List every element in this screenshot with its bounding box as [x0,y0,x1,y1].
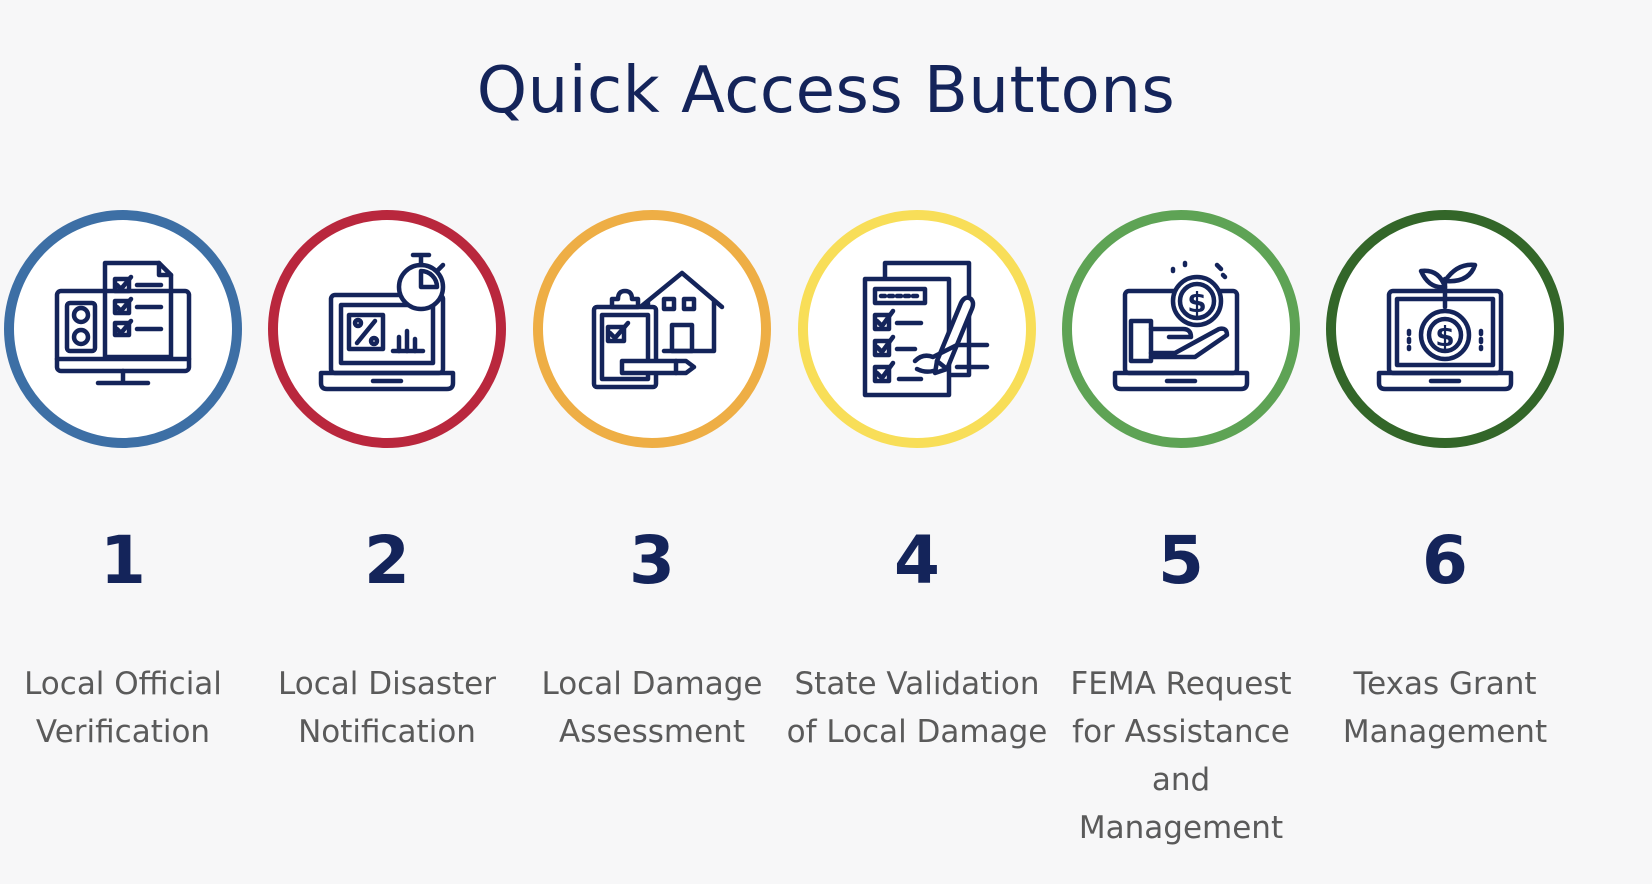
monitor-checklist-icon [54,260,192,386]
document-signing-icon [862,260,990,398]
step-number: 1 [100,522,146,599]
quick-access-button-local-disaster-notification[interactable]: 2 Local Disaster Notification [252,210,522,850]
step-icon-ring [268,210,506,448]
quick-access-buttons: 1 Local Official Verification 2 Local Di… [0,0,1652,884]
laptop-coin-plant-icon: $ [1376,262,1514,392]
step-icon-ring: $ [1326,210,1564,448]
laptop-stopwatch-icon [318,252,456,392]
step-label: Local Disaster Notification [278,666,496,750]
quick-access-button-local-official-verification[interactable]: 1 Local Official Verification [0,210,258,850]
step-number: 6 [1422,522,1468,599]
step-number: 3 [629,522,675,599]
step-label: Local Official Verification [24,666,222,750]
hand-coin-laptop-icon: $ [1112,260,1250,392]
step-icon-ring [533,210,771,448]
step-icon-ring [798,210,1036,448]
quick-access-button-fema-request-for-assistance[interactable]: $ 5 FEMA Request for Assistance and Mana… [1046,210,1316,850]
step-icon-ring: $ [1062,210,1300,448]
step-label: Local Damage Assessment [541,666,763,750]
step-number: 4 [894,522,940,599]
house-clipboard-icon [591,270,725,390]
quick-access-button-local-damage-assessment[interactable]: 3 Local Damage Assessment [517,210,787,850]
step-number: 2 [364,522,410,599]
quick-access-button-state-validation-of-local-damage[interactable]: 4 State Validation of Local Damage [782,210,1052,850]
step-label: Texas Grant Management [1342,666,1548,750]
svg-text:$: $ [1435,320,1454,353]
step-icon-ring [4,210,242,448]
quick-access-button-texas-grant-management[interactable]: $ 6 Texas Grant Management [1310,210,1580,850]
step-number: 5 [1158,522,1204,599]
svg-text:$: $ [1187,286,1206,319]
step-label: FEMA Request for Assistance and Manageme… [1070,666,1292,846]
step-label: State Validation of Local Damage [786,666,1048,750]
